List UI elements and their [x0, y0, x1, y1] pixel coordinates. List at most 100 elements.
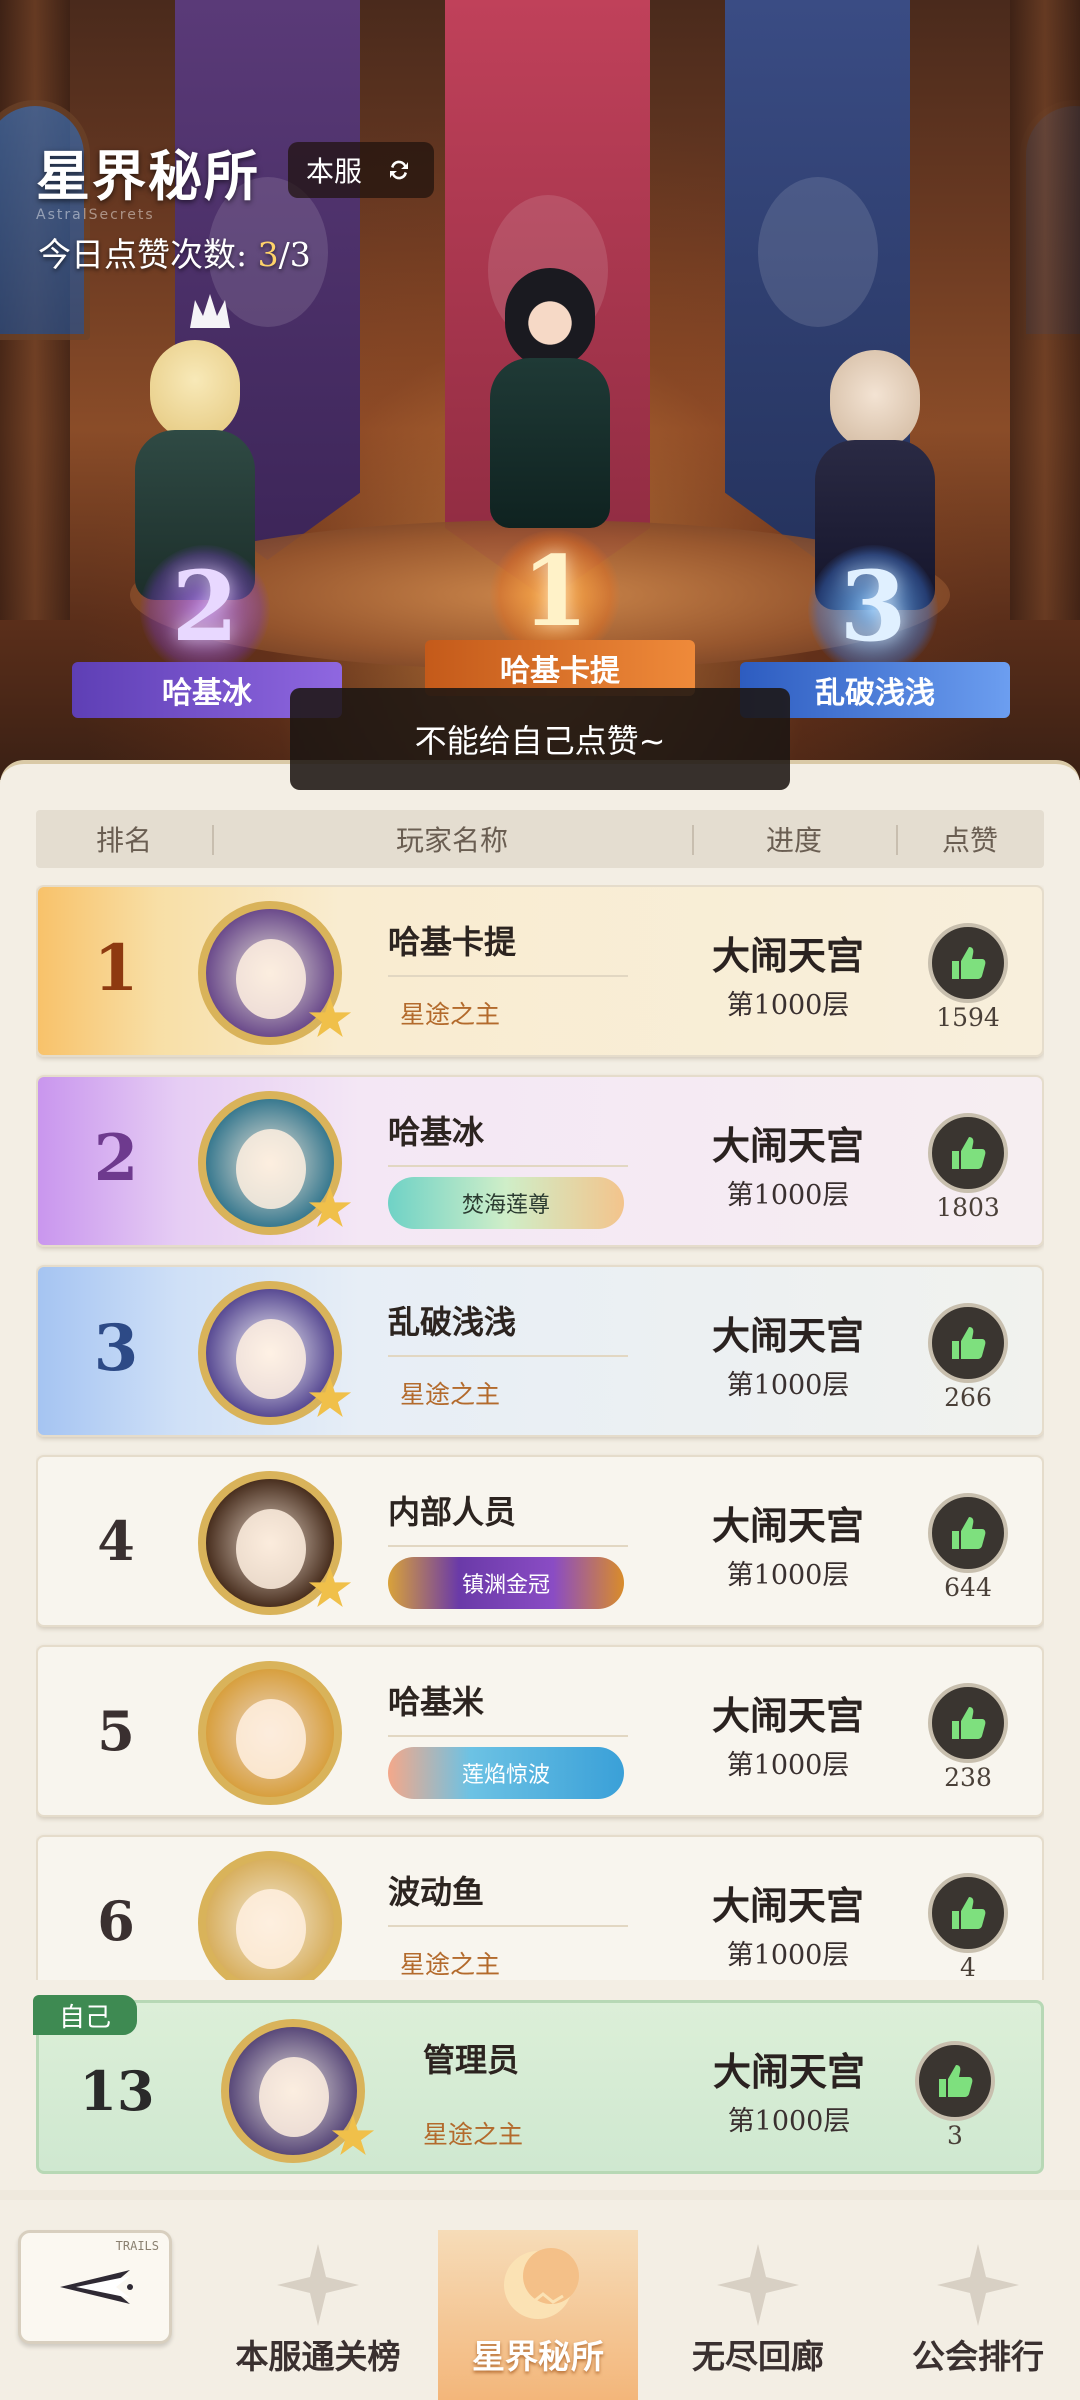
table-row[interactable]: 6 波动鱼 星途之主 大闹天宫 第1000层 4: [36, 1835, 1044, 1980]
like-button[interactable]: [928, 1873, 1008, 1953]
row-rank: 6: [97, 1889, 135, 1953]
tab-server-clear-rank[interactable]: 本服通关榜: [218, 2230, 418, 2400]
podium-rank-1: 1: [521, 535, 589, 648]
toast-message: 不能给自己点赞~: [290, 688, 790, 790]
compass-star-icon: [937, 2244, 1019, 2326]
thumbs-up-icon: [952, 1327, 986, 1359]
progress-floor: 第1000层: [726, 1180, 850, 1211]
like-button[interactable]: [928, 1113, 1008, 1193]
like-button[interactable]: [928, 1683, 1008, 1763]
progress-stage: 大闹天宫: [711, 1123, 864, 1168]
like-button[interactable]: [915, 2041, 995, 2121]
self-rank: 13: [79, 2059, 155, 2123]
avatar[interactable]: [198, 1851, 342, 1980]
progress-stage: 大闹天宫: [711, 1693, 864, 1738]
table-row[interactable]: 4 内部人员 镇渊金冠 大闹天宫 第1000层 644: [36, 1455, 1044, 1627]
like-count: 1594: [936, 1003, 1000, 1032]
progress-stage: 大闹天宫: [711, 933, 864, 978]
server-toggle-button[interactable]: 本服: [288, 142, 434, 198]
divider: [388, 975, 628, 977]
page-title: 星界秘所: [36, 144, 260, 208]
like-button[interactable]: [928, 1303, 1008, 1383]
row-rank: 5: [97, 1699, 135, 1763]
back-button[interactable]: TRAILS: [18, 2230, 172, 2344]
thumbs-up-icon: [952, 947, 986, 979]
moon-icon: [504, 2248, 579, 2319]
tab-endless-corridor[interactable]: 无尽回廊: [658, 2230, 858, 2400]
avatar[interactable]: [198, 1091, 342, 1235]
avatar[interactable]: [221, 2019, 365, 2163]
tab-astral-secret[interactable]: 星界秘所: [438, 2230, 638, 2400]
divider: [388, 1925, 628, 1927]
like-count: 644: [944, 1573, 992, 1602]
like-count: 3: [947, 2121, 963, 2150]
avatar[interactable]: [198, 1281, 342, 1425]
self-name: 管理员: [423, 2041, 520, 2079]
row-rank: 2: [93, 1121, 139, 1196]
podium-character-1[interactable]: [450, 268, 650, 528]
thumbs-up-icon: [952, 1897, 986, 1929]
tab-guild-rank[interactable]: 公会排行: [878, 2230, 1078, 2400]
table-row[interactable]: 2 哈基冰 焚海莲尊 大闹天宫 第1000层 1803: [36, 1075, 1044, 1247]
progress-stage: 大闹天宫: [711, 1503, 864, 1548]
player-name: 哈基冰: [388, 1113, 485, 1151]
likes-total: /3: [278, 235, 311, 274]
likes-remaining: 今日点赞次数: 3/3: [38, 228, 311, 276]
podium-rank-3: 3: [839, 550, 907, 663]
compass-star-icon: [717, 2244, 799, 2326]
thumbs-up-icon: [952, 1707, 986, 1739]
progress-floor: 第1000层: [726, 1370, 850, 1401]
like-button[interactable]: [928, 1493, 1008, 1573]
progress-stage: 大闹天宫: [711, 1883, 864, 1928]
tab-label: 本服通关榜: [235, 2337, 401, 2376]
row-rank: 3: [93, 1311, 139, 1386]
title-badge: 焚海莲尊: [388, 1177, 624, 1229]
back-tag: TRAILS: [115, 2239, 159, 2253]
podium-rank-2: 2: [171, 550, 239, 663]
progress-floor: 第1000层: [726, 1560, 850, 1591]
divider: [388, 1545, 628, 1547]
table-header: 排名 玩家名称 进度 点赞: [36, 810, 1044, 868]
progress-floor: 第1000层: [727, 2106, 851, 2137]
tab-label: 无尽回廊: [692, 2337, 824, 2376]
self-title: 星途之主: [423, 2120, 524, 2149]
player-name: 哈基米: [388, 1683, 485, 1721]
hero-banner: 星界秘所 AstralSecrets 本服 今日点赞次数: 3/3 2 1 3 …: [0, 0, 1080, 780]
header-rank: 排名: [95, 824, 152, 857]
table-row[interactable]: 3 乱破浅浅 星途之主 大闹天宫 第1000层 266: [36, 1265, 1044, 1437]
header-name: 玩家名称: [212, 819, 692, 859]
tab-label: 星界秘所: [472, 2337, 604, 2376]
like-button[interactable]: [928, 923, 1008, 1003]
pillar: [1010, 0, 1080, 620]
player-name: 波动鱼: [388, 1873, 485, 1911]
divider: [388, 1165, 628, 1167]
row-rank: 4: [97, 1509, 135, 1573]
title-badge: 莲焰惊波: [388, 1747, 624, 1799]
back-arrow-icon: [60, 2270, 133, 2304]
avatar[interactable]: [198, 901, 342, 1045]
progress-floor: 第1000层: [726, 1940, 850, 1971]
like-count: 4: [960, 1953, 976, 1980]
header-likes: 点赞: [896, 819, 1044, 859]
like-count: 238: [944, 1763, 992, 1792]
table-row[interactable]: 1 哈基卡提 星途之主 大闹天宫 第1000层 1594: [36, 885, 1044, 1057]
player-name: 哈基卡提: [388, 923, 517, 961]
self-rank-row[interactable]: 自己 13 管理员 星途之主 大闹天宫 第1000层 3: [33, 1995, 1044, 2174]
like-count: 266: [944, 1383, 992, 1412]
row-rank: 1: [93, 931, 139, 1006]
likes-label: 今日点赞次数:: [38, 235, 258, 274]
header-progress: 进度: [692, 819, 896, 859]
player-title: 星途之主: [400, 1000, 501, 1029]
compass-star-icon: [277, 2244, 359, 2326]
avatar[interactable]: [198, 1661, 342, 1805]
title-badge: 镇渊金冠: [388, 1557, 624, 1609]
server-toggle-label: 本服: [306, 155, 363, 188]
player-name: 内部人员: [388, 1493, 517, 1531]
thumbs-up-icon: [939, 2065, 973, 2097]
tab-label: 公会排行: [912, 2337, 1044, 2376]
avatar[interactable]: [198, 1471, 342, 1615]
leaderboard-list[interactable]: 1 哈基卡提 星途之主 大闹天宫 第1000层 1594 2 哈基冰 焚海莲尊 …: [36, 885, 1044, 1980]
table-row[interactable]: 5 哈基米 莲焰惊波 大闹天宫 第1000层 238: [36, 1645, 1044, 1817]
progress-stage: 大闹天宫: [712, 2049, 865, 2094]
swap-icon: [386, 157, 412, 183]
